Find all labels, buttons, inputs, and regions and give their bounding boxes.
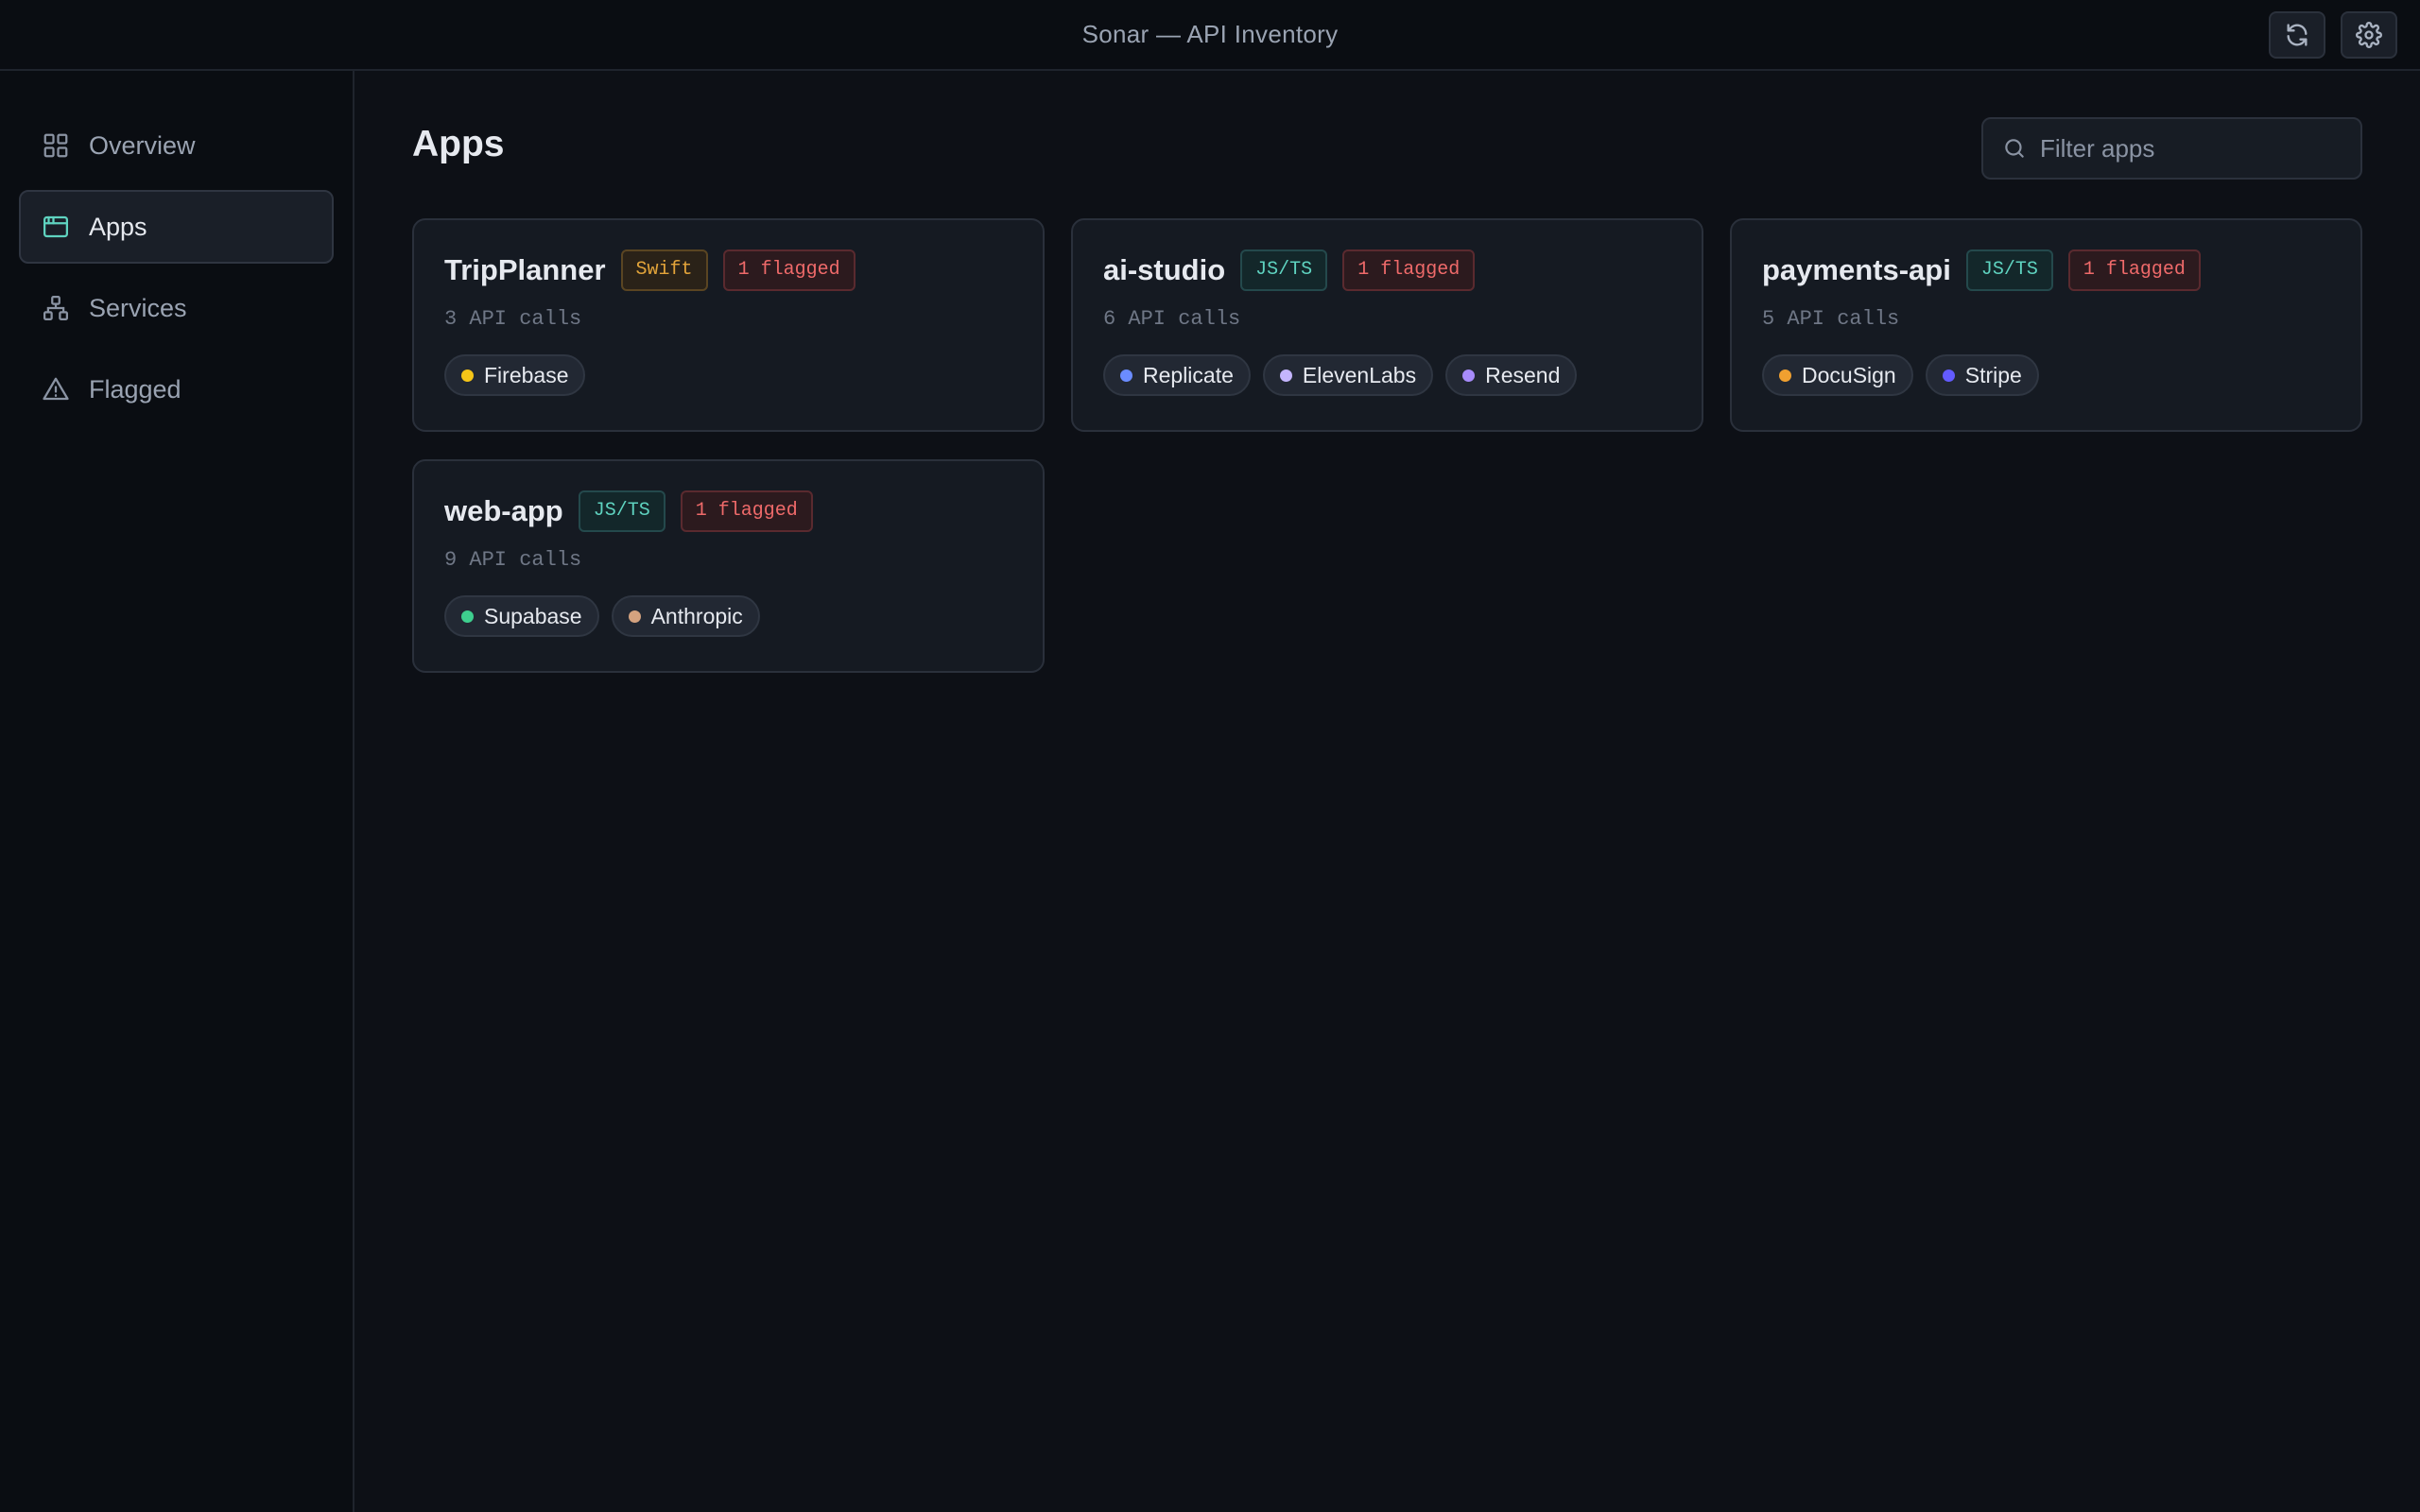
title-bar: Sonar — API Inventory (0, 0, 2420, 71)
status-dot (1279, 369, 1292, 382)
sidebar-item-flagged[interactable]: Flagged (19, 352, 334, 426)
status-dot (1462, 369, 1476, 382)
window-title: Sonar — API Inventory (1081, 20, 1339, 48)
flagged-badge: 1 flagged (680, 490, 813, 532)
service-label: Resend (1485, 362, 1561, 387)
app-card-ai-studio[interactable]: ai-studio JS/TS 1 flagged 6 API calls Re… (1071, 218, 1703, 432)
grid-icon (42, 131, 70, 160)
page-title: Apps (412, 124, 505, 164)
sidebar-item-label: Services (89, 293, 187, 322)
network-icon (42, 294, 70, 322)
app-window-icon (42, 213, 70, 241)
service-label: DocuSign (1802, 362, 1896, 387)
service-label: ElevenLabs (1302, 362, 1417, 387)
api-call-count: 5 API calls (1762, 307, 1900, 331)
service-chip[interactable]: Stripe (1925, 354, 2039, 396)
service-chip[interactable]: Resend (1445, 354, 1578, 396)
status-dot (461, 369, 474, 382)
language-badge: JS/TS (1240, 249, 1328, 291)
app-name: ai-studio (1103, 253, 1226, 286)
service-label: Replicate (1143, 362, 1234, 387)
refresh-icon (2287, 24, 2308, 46)
sidebar-item-label: Apps (89, 212, 147, 241)
filter-box[interactable] (1981, 117, 2362, 180)
service-label: Stripe (1964, 362, 2022, 387)
main-content: Apps TripPlanner Swift 1 flagged 3 API c… (356, 71, 2420, 1512)
sidebar-item-services[interactable]: Services (19, 271, 334, 345)
flagged-badge: 1 flagged (722, 249, 856, 291)
flagged-badge: 1 flagged (1342, 249, 1476, 291)
status-dot (1942, 369, 1955, 382)
service-label: Firebase (484, 362, 569, 387)
sidebar-item-overview[interactable]: Overview (19, 109, 334, 182)
filter-input[interactable] (2040, 133, 2342, 163)
status-dot (461, 610, 474, 623)
sidebar-item-apps[interactable]: Apps (19, 190, 334, 264)
settings-button[interactable] (2341, 11, 2397, 59)
app-card-payments-api[interactable]: payments-api JS/TS 1 flagged 5 API calls… (1730, 218, 2362, 432)
service-label: Supabase (484, 603, 582, 628)
api-call-count: 9 API calls (444, 548, 582, 572)
status-dot (1120, 369, 1132, 382)
service-label: Anthropic (650, 603, 743, 628)
language-badge: JS/TS (1965, 249, 2053, 291)
service-chip[interactable]: Replicate (1103, 354, 1251, 396)
api-call-count: 3 API calls (444, 307, 582, 331)
service-chip[interactable]: Firebase (444, 354, 586, 396)
app-card-tripplanner[interactable]: TripPlanner Swift 1 flagged 3 API calls … (412, 218, 1045, 432)
api-call-count: 6 API calls (1103, 307, 1241, 331)
service-chip[interactable]: Supabase (444, 595, 599, 637)
app-name: web-app (444, 494, 563, 527)
status-dot (628, 610, 641, 623)
refresh-button[interactable] (2269, 11, 2325, 59)
sidebar-item-label: Overview (89, 130, 196, 160)
app-name: TripPlanner (444, 253, 606, 286)
search-icon (2005, 139, 2024, 158)
service-chip[interactable]: ElevenLabs (1262, 354, 1434, 396)
gear-icon (2356, 22, 2382, 48)
flagged-badge: 1 flagged (2067, 249, 2201, 291)
app-card-web-app[interactable]: web-app JS/TS 1 flagged 9 API calls Supa… (412, 459, 1045, 673)
warning-icon (42, 375, 70, 404)
sidebar: Overview Apps Services Flagged (0, 71, 354, 1512)
app-name: payments-api (1762, 253, 1951, 286)
status-dot (1779, 369, 1791, 382)
language-badge: JS/TS (578, 490, 666, 532)
sidebar-item-label: Flagged (89, 374, 182, 404)
service-chip[interactable]: Anthropic (611, 595, 760, 637)
service-chip[interactable]: DocuSign (1762, 354, 1913, 396)
language-badge: Swift (620, 249, 708, 291)
